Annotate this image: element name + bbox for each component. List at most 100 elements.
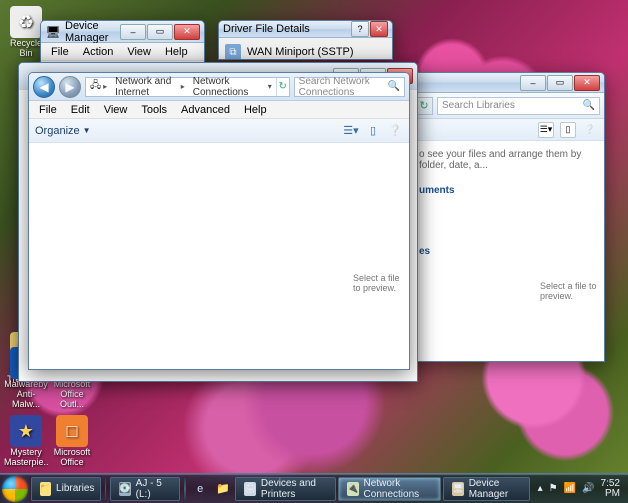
recycle-bin-icon: ♻ — [18, 12, 34, 33]
network-tray-icon[interactable]: 📶 — [564, 483, 576, 494]
taskbar-button-label: Network Connections — [364, 478, 433, 500]
menu-edit[interactable]: Edit — [65, 103, 96, 117]
menu-tools[interactable]: Tools — [135, 103, 173, 117]
taskbar-button-label: Devices and Printers — [261, 478, 327, 500]
close-button[interactable]: ✕ — [574, 75, 600, 91]
network-adapter-icon: ⧉ — [225, 44, 241, 60]
category-pictures[interactable]: es — [419, 246, 596, 257]
help-button[interactable]: ? — [351, 21, 369, 37]
computer-icon: 🖧 — [90, 78, 101, 95]
printer-icon: 🖨 — [244, 482, 255, 496]
close-button[interactable]: ✕ — [174, 24, 200, 40]
device-manager-icon: 🖥 — [452, 482, 463, 496]
preview-hint: Select a file to preview. — [540, 281, 600, 301]
minimize-button[interactable]: – — [120, 24, 146, 40]
content: o see your files and arrange them by fol… — [411, 141, 604, 361]
search-icon: 🔍 — [583, 100, 595, 111]
search-placeholder: Search Network Connections — [299, 76, 384, 98]
search-input[interactable]: Search Libraries 🔍 — [437, 97, 600, 115]
desktop-icon-label: Mystery Masterpie... — [4, 447, 48, 467]
menu-view[interactable]: View — [121, 45, 157, 59]
address-bar[interactable]: 🖧▸ Network and Internet▸ Network Connect… — [85, 77, 290, 97]
taskbar-button-drive[interactable]: 💽 AJ - 5 (L:) — [110, 477, 180, 501]
nav-back-button[interactable]: ◀ — [33, 76, 55, 98]
folder-icon: 📁 — [40, 482, 51, 496]
search-input[interactable]: Search Network Connections 🔍 — [294, 77, 405, 97]
taskbar-button-devices-printers[interactable]: 🖨 Devices and Printers — [235, 477, 336, 501]
address-bar-row: ↻ Search Libraries 🔍 — [411, 93, 604, 119]
preview-pane-icon[interactable]: ▯ — [560, 122, 576, 138]
titlebar[interactable]: 🖥 Device Manager – ▭ ✕ — [41, 21, 204, 43]
refresh-button[interactable]: ↻ — [276, 78, 289, 96]
driver-item-name: WAN Miniport (SSTP) — [247, 46, 354, 58]
network-icon: 🔌 — [347, 482, 358, 496]
quicklaunch-explorer-icon[interactable]: 📁 — [213, 477, 234, 501]
preview-hint: Select a file to preview. — [353, 273, 403, 293]
menu-advanced[interactable]: Advanced — [175, 103, 236, 117]
breadcrumb-seg[interactable]: Network Connections — [193, 76, 260, 98]
desktop-icon-label: Microsoft Office — [52, 447, 92, 467]
taskbar-separator — [105, 478, 106, 500]
window-libraries[interactable]: – ▭ ✕ ↻ Search Libraries 🔍 ☰▾ ▯ ❔ o see … — [410, 72, 605, 362]
taskbar-button-label: Device Manager — [469, 478, 521, 500]
help-icon[interactable]: ❔ — [387, 123, 403, 139]
titlebar[interactable]: – ▭ ✕ — [411, 73, 604, 93]
driver-body: ⧉ WAN Miniport (SSTP) — [219, 38, 392, 60]
menu-action[interactable]: Action — [77, 45, 120, 59]
menubar: File Edit View Tools Advanced Help — [29, 101, 409, 119]
breadcrumb-seg[interactable]: Network and Internet — [115, 76, 179, 98]
drive-icon: 💽 — [119, 482, 130, 496]
titlebar[interactable]: ◀ ▶ 🖧▸ Network and Internet▸ Network Con… — [29, 73, 409, 101]
windows-orb-icon — [2, 476, 28, 502]
search-icon: 🔍 — [388, 81, 400, 92]
desktop-icon-label: Malwareby Anti-Malw... — [4, 379, 48, 409]
close-button[interactable]: ✕ — [370, 21, 388, 37]
minimize-button[interactable]: – — [520, 75, 546, 91]
desktop-icon-label: Microsoft Office Outl... — [52, 379, 92, 409]
action-center-icon[interactable]: ⚑ — [549, 483, 558, 494]
command-bar: Organize▼ ☰▾ ▯ ❔ — [29, 119, 409, 143]
search-placeholder: Search Libraries — [442, 100, 515, 111]
window-driver-file-details[interactable]: Driver File Details ? ✕ ⧉ WAN Miniport (… — [218, 20, 393, 60]
title-text: Driver File Details — [223, 23, 351, 35]
taskbar-button-libraries[interactable]: 📁 Libraries — [31, 477, 101, 501]
taskbar-button-network-connections[interactable]: 🔌 Network Connections — [338, 477, 441, 501]
nav-forward-button[interactable]: ▶ — [59, 76, 81, 98]
system-tray: ▴ ⚑ 📶 🔊 7:52 PM — [532, 479, 626, 499]
clock[interactable]: 7:52 PM — [601, 479, 620, 499]
taskbar-separator — [184, 478, 185, 500]
menu-help[interactable]: Help — [159, 45, 194, 59]
taskbar-button-label: Libraries — [56, 483, 94, 494]
menu-file[interactable]: File — [45, 45, 75, 59]
desktop-icons-row-3: ★ Mystery Masterpie... □ Microsoft Offic… — [4, 413, 94, 469]
menubar: File Action View Help — [41, 43, 204, 61]
desktop-icon-msoffice[interactable]: □ Microsoft Office — [50, 413, 94, 469]
show-hidden-icons-icon[interactable]: ▴ — [538, 483, 543, 494]
organize-button[interactable]: Organize▼ — [35, 125, 91, 137]
title-text: Device Manager — [65, 20, 120, 44]
menu-view[interactable]: View — [98, 103, 134, 117]
view-options-icon[interactable]: ☰▾ — [538, 122, 554, 138]
volume-icon[interactable]: 🔊 — [582, 483, 594, 494]
preview-pane-icon[interactable]: ▯ — [365, 123, 381, 139]
menu-help[interactable]: Help — [238, 103, 273, 117]
category-documents[interactable]: uments — [419, 185, 596, 196]
maximize-button[interactable]: ▭ — [147, 24, 173, 40]
quicklaunch-ie-icon[interactable]: e — [190, 477, 211, 501]
help-icon[interactable]: ❔ — [582, 122, 598, 138]
taskbar-button-device-manager[interactable]: 🖥 Device Manager — [443, 477, 529, 501]
command-bar: ☰▾ ▯ ❔ — [411, 119, 604, 141]
desktop-icon-mystery[interactable]: ★ Mystery Masterpie... — [4, 413, 48, 469]
maximize-button[interactable]: ▭ — [547, 75, 573, 91]
chevron-down-icon[interactable]: ▾ — [268, 82, 272, 91]
start-button[interactable] — [2, 475, 29, 503]
libraries-hint: o see your files and arrange them by fol… — [419, 149, 596, 171]
titlebar[interactable]: Driver File Details ? ✕ — [219, 21, 392, 38]
taskbar: 📁 Libraries 💽 AJ - 5 (L:) e 📁 🖨 Devices … — [0, 473, 628, 503]
device-manager-icon: 🖥 — [45, 24, 61, 40]
content-empty[interactable] — [29, 143, 409, 369]
taskbar-button-label: AJ - 5 (L:) — [136, 478, 172, 500]
menu-file[interactable]: File — [33, 103, 63, 117]
window-network-connections[interactable]: ◀ ▶ 🖧▸ Network and Internet▸ Network Con… — [28, 72, 410, 370]
view-options-icon[interactable]: ☰▾ — [343, 123, 359, 139]
